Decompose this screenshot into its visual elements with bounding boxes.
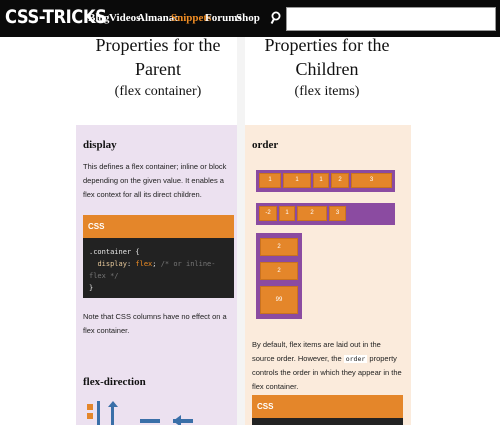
code-line-2: display: flex; /* or inline-flex */ (89, 260, 216, 280)
code-line-1: .container { (89, 248, 140, 256)
arrow-up-icon (108, 401, 118, 425)
flex-item: 1 (259, 173, 281, 188)
arrow-right-icon (140, 419, 160, 423)
flex-direction-title[interactable]: flex-direction (83, 376, 146, 388)
flex-direction-diagram (87, 399, 104, 425)
flex-item: 2 (331, 173, 349, 188)
flex-item: 2 (260, 262, 298, 280)
display-code-header: CSS (83, 215, 234, 238)
flex-item: 1 (313, 173, 329, 188)
top-nav-bar: CSS-TRICKS Blog Videos Almanac Snippets … (0, 0, 500, 37)
nav-shop[interactable]: Shop (236, 12, 260, 24)
order-description: By default, flex items are laid out in t… (252, 338, 404, 394)
nav-videos[interactable]: Videos (109, 12, 140, 24)
flex-item: 3 (329, 206, 346, 221)
children-heading-line1: Properties for the (264, 35, 390, 55)
children-heading-sub: (flex items) (294, 84, 360, 99)
code-property: display (97, 260, 127, 268)
order-demo-column: 2 2 99 (256, 233, 302, 319)
order-code-header: CSS (252, 395, 403, 418)
order-demo-row-2: -2 1 2 3 (256, 203, 395, 225)
order-title[interactable]: order (252, 139, 278, 151)
display-note: Note that CSS columns have no effect on … (83, 312, 227, 335)
search-input[interactable] (286, 7, 496, 31)
flex-item: -2 (259, 206, 277, 221)
order-demo-row-1: 1 1 1 2 3 (256, 170, 395, 192)
flex-item: 99 (260, 286, 298, 314)
children-heading-line2: Children (295, 59, 359, 79)
display-description: This defines a flex container; inline or… (83, 162, 227, 199)
display-code-block: .container { display: flex; /* or inline… (83, 238, 234, 298)
arrow-left-head-icon (173, 415, 181, 425)
order-inline-code: order (343, 355, 368, 363)
order-code-block (252, 418, 403, 425)
flex-item: 1 (279, 206, 295, 221)
flex-item: 2 (297, 206, 327, 221)
search-icon[interactable] (270, 11, 282, 25)
code-value: flex (135, 260, 153, 268)
nav-blog[interactable]: Blog (88, 12, 109, 24)
code-line-3: } (89, 284, 94, 292)
flex-item: 3 (351, 173, 392, 188)
display-title[interactable]: display (83, 139, 117, 151)
flex-item: 1 (283, 173, 311, 188)
flex-item: 2 (260, 238, 298, 256)
